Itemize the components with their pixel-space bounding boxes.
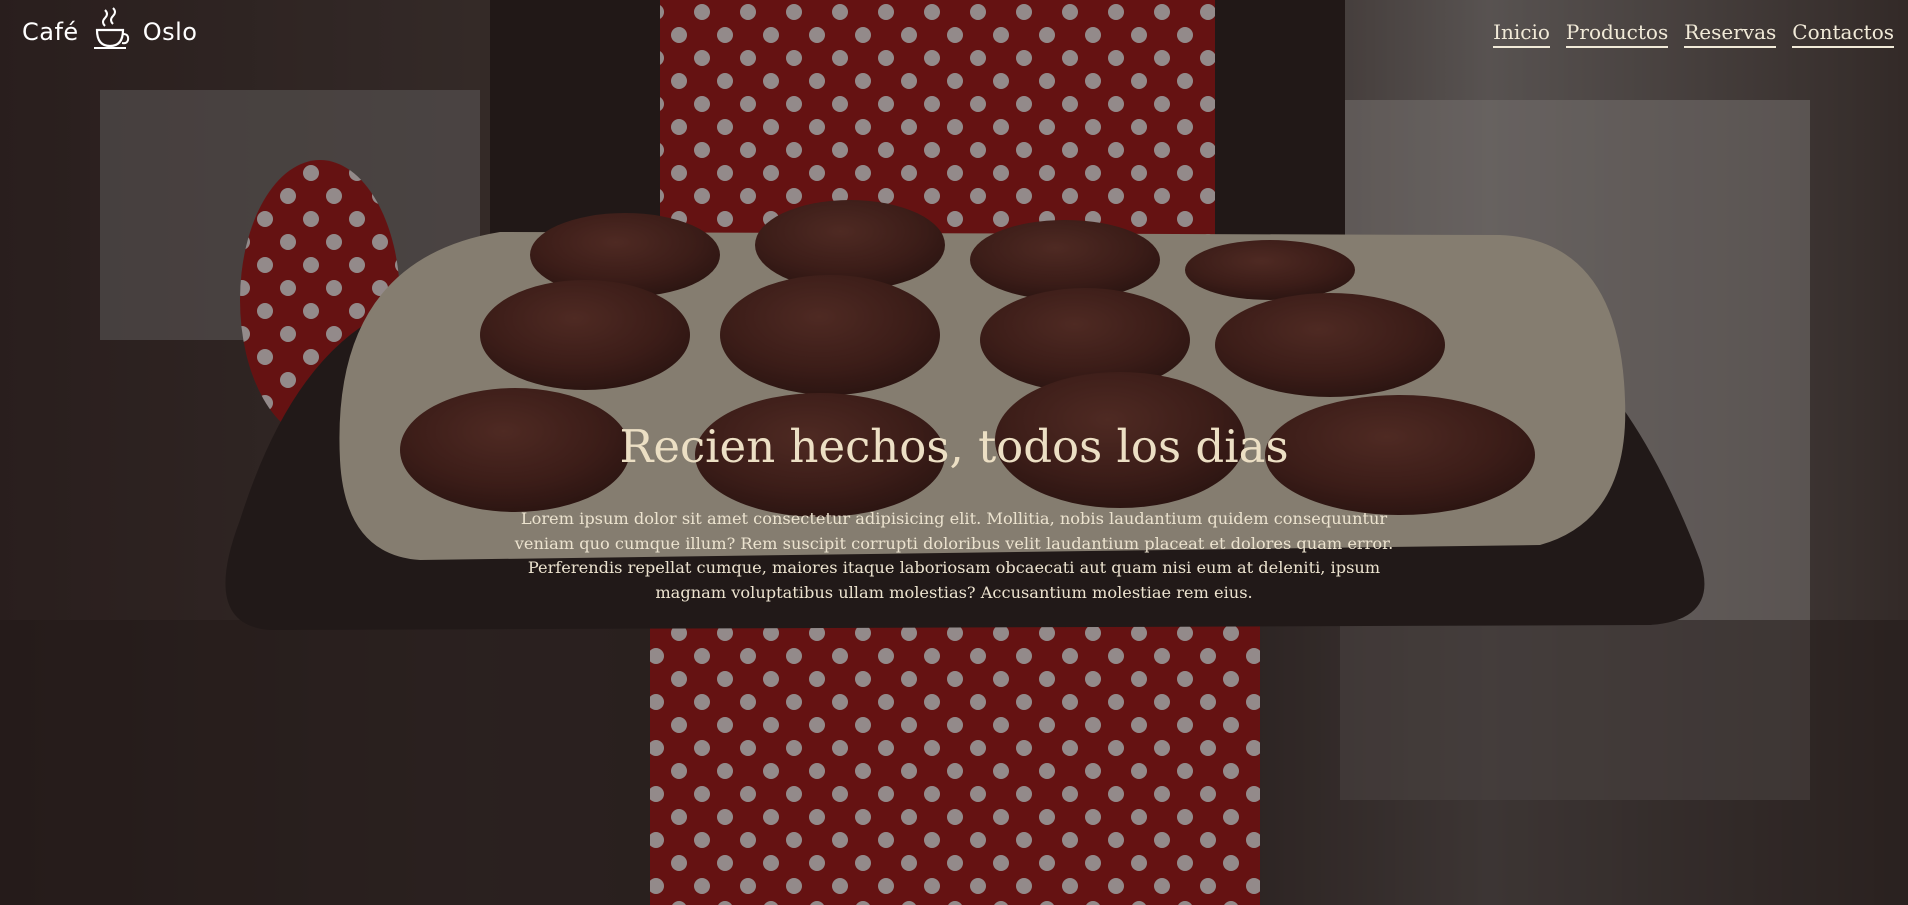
hero-section: Café Oslo Inicio Productos Reservas Cont… xyxy=(0,0,1908,905)
hero-title: Recien hechos, todos los dias xyxy=(619,420,1289,473)
brand-name-right: Oslo xyxy=(142,18,198,46)
nav-link-contactos[interactable]: Contactos xyxy=(1792,20,1894,48)
coffee-cup-icon xyxy=(93,7,129,49)
nav-link-productos[interactable]: Productos xyxy=(1565,20,1669,48)
nav-link-inicio[interactable]: Inicio xyxy=(1493,20,1550,48)
brand-name-left: Café xyxy=(22,18,79,46)
brand-logo[interactable]: Café Oslo xyxy=(22,7,198,52)
main-nav: Inicio Productos Reservas Contactos xyxy=(1493,20,1894,48)
hero-text: Lorem ipsum dolor sit amet consectetur a… xyxy=(514,509,1394,602)
nav-link-reservas[interactable]: Reservas xyxy=(1684,20,1777,48)
